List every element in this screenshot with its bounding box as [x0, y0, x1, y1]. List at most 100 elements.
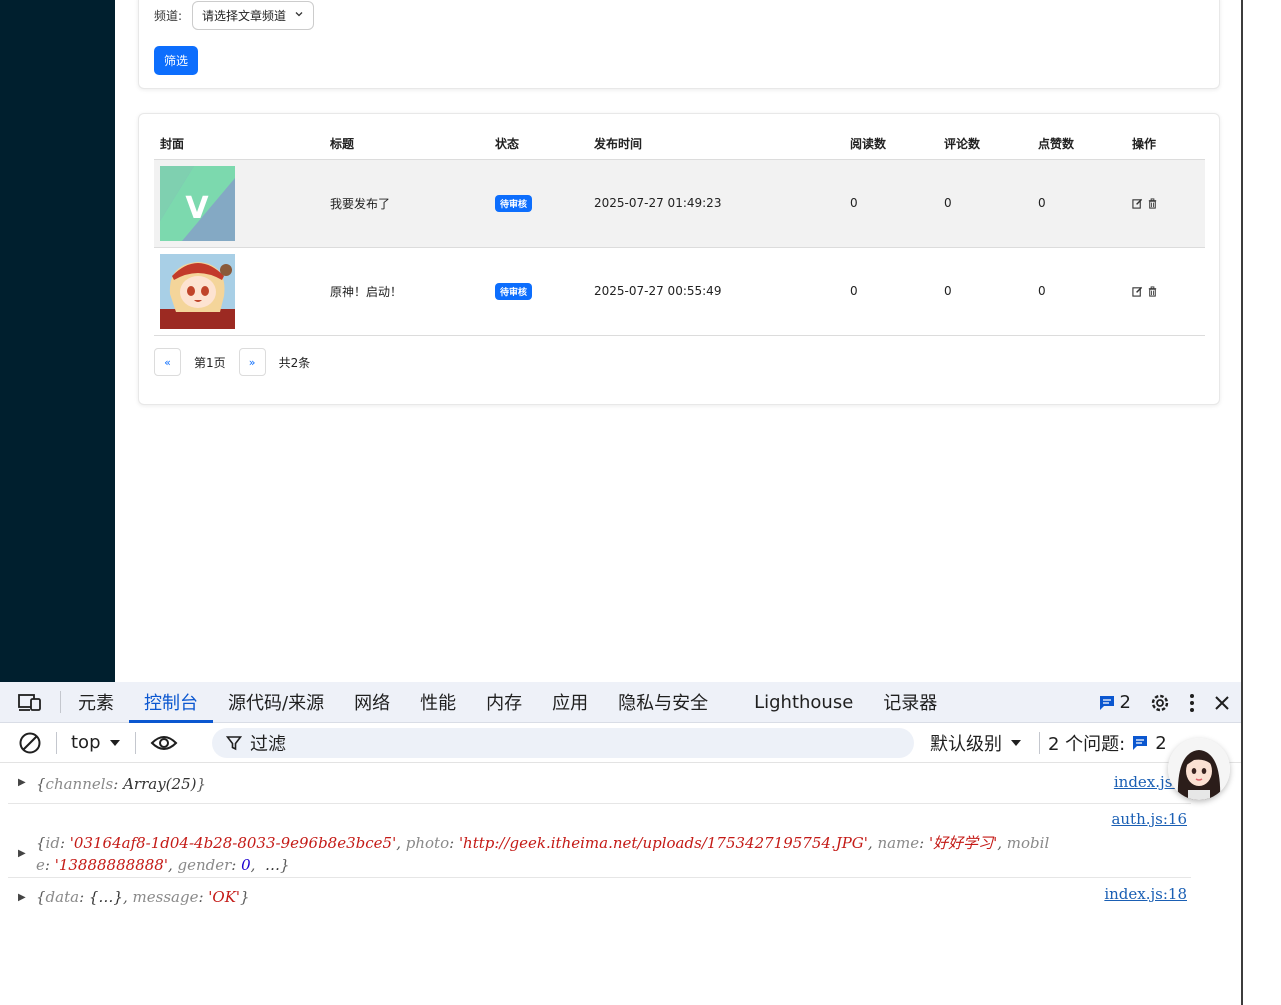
- tab-separator: [60, 691, 61, 713]
- channel-select[interactable]: 请选择文章频道: [192, 1, 315, 30]
- date-cell: 2025-07-27 00:55:49: [588, 247, 844, 336]
- expand-arrow-icon[interactable]: ▶: [18, 848, 26, 859]
- svg-text:V: V: [185, 191, 209, 226]
- table-row: 原神！启动！ 待审核 2025-07-27 00:55:49 0 0 0: [154, 247, 1205, 336]
- gear-icon[interactable]: [1149, 692, 1171, 714]
- header-cover: 封面: [154, 129, 324, 160]
- log-message: {id: '03164af8-1d04-4b28-8033-9e96b8e3bc…: [36, 834, 1050, 874]
- devtools-tab-actions: 2: [1098, 682, 1231, 723]
- message-count-button[interactable]: 2: [1098, 692, 1131, 713]
- sidebar: [0, 0, 115, 682]
- window-edge: [1241, 0, 1281, 1005]
- comments-cell: 0: [938, 159, 1032, 248]
- title-cell: 我要发布了: [324, 159, 489, 248]
- console-log-entry[interactable]: auth.js:16 ▶ {id: '03164af8-1d04-4b28-80…: [8, 804, 1191, 878]
- trash-icon[interactable]: [1147, 285, 1158, 297]
- date-cell: 2025-07-27 01:49:23: [588, 159, 844, 248]
- likes-cell: 0: [1032, 159, 1126, 248]
- tab-elements[interactable]: 元素: [63, 682, 129, 723]
- total-count-label: 共2条: [278, 355, 311, 370]
- actions-cell: [1126, 247, 1205, 336]
- tab-privacy-security[interactable]: 隐私与安全: [603, 682, 723, 723]
- next-page-button[interactable]: »: [238, 348, 266, 376]
- tab-console[interactable]: 控制台: [129, 682, 213, 723]
- log-message: {channels: Array(25)}: [36, 775, 207, 793]
- header-date: 发布时间: [588, 129, 844, 160]
- current-page-label: 第1页: [194, 355, 226, 370]
- toolbar-separator: [134, 731, 136, 754]
- channel-filter-row: 频道: 请选择文章频道: [154, 1, 315, 30]
- anime-character-cover-image: [160, 253, 235, 329]
- log-message: {data: {…}, message: 'OK'}: [36, 888, 250, 906]
- eye-icon[interactable]: [150, 733, 178, 753]
- clear-console-icon[interactable]: [18, 731, 42, 755]
- filter-card: 频道: 请选择文章频道 筛选: [138, 0, 1220, 89]
- console-filter-input[interactable]: 过滤: [212, 728, 914, 758]
- status-cell: 待审核: [489, 159, 588, 248]
- context-selector[interactable]: top: [71, 732, 121, 753]
- console-log-entry[interactable]: ▶ {channels: Array(25)} index.js:6: [8, 763, 1191, 804]
- log-level-selector[interactable]: 默认级别: [930, 723, 1022, 763]
- tab-network[interactable]: 网络: [339, 682, 405, 723]
- tab-performance[interactable]: 性能: [405, 682, 471, 723]
- comments-cell: 0: [938, 247, 1032, 336]
- screen: 频道: 请选择文章频道 筛选 封面 标题 状态 发布时间 阅读数 评论数 点赞数…: [0, 0, 1281, 1005]
- caret-down-icon: [109, 739, 120, 746]
- devtools-panel: 元素 控制台 源代码/来源 网络 性能 内存 应用 隐私与安全 Lighthou…: [0, 682, 1241, 1005]
- trash-icon[interactable]: [1147, 197, 1158, 209]
- tab-sources[interactable]: 源代码/来源: [213, 682, 339, 723]
- message-icon: [1099, 695, 1114, 710]
- status-cell: 待审核: [489, 247, 588, 336]
- header-status: 状态: [489, 129, 588, 160]
- channel-select-value: 请选择文章频道: [202, 9, 287, 23]
- expand-arrow-icon[interactable]: ▶: [18, 777, 26, 788]
- likes-cell: 0: [1032, 247, 1126, 336]
- log-level-value: 默认级别: [930, 734, 1002, 755]
- context-value: top: [71, 732, 101, 753]
- log-source-link[interactable]: index.js:18: [1104, 885, 1187, 903]
- toolbar-separator: [1039, 732, 1040, 754]
- filter-button[interactable]: 筛选: [154, 46, 198, 75]
- article-table: 封面 标题 状态 发布时间 阅读数 评论数 点赞数 操作 V 我要发布了 待审核…: [154, 129, 1205, 336]
- filter-placeholder: 过滤: [250, 734, 286, 755]
- tab-application[interactable]: 应用: [537, 682, 603, 723]
- device-toolbar-icon[interactable]: [0, 682, 58, 723]
- table-row: V 我要发布了 待审核 2025-07-27 01:49:23 0 0 0: [154, 159, 1205, 248]
- prev-page-button[interactable]: «: [154, 348, 181, 376]
- caret-down-icon: [1011, 740, 1021, 746]
- status-badge: 待审核: [495, 282, 533, 300]
- tab-recorder[interactable]: 记录器: [868, 682, 952, 723]
- actions-cell: [1126, 159, 1205, 248]
- cover-cell: [154, 247, 324, 336]
- article-table-card: 封面 标题 状态 发布时间 阅读数 评论数 点赞数 操作 V 我要发布了 待审核…: [138, 113, 1220, 405]
- expand-arrow-icon[interactable]: ▶: [18, 892, 26, 903]
- more-vertical-icon[interactable]: [1189, 693, 1195, 713]
- status-badge: 待审核: [495, 194, 533, 212]
- assistant-avatar[interactable]: [1168, 738, 1230, 800]
- issues-button[interactable]: 2 个问题: 2: [1048, 723, 1167, 763]
- header-likes: 点赞数: [1032, 129, 1126, 160]
- channel-label: 频道:: [154, 9, 183, 23]
- main-content: 频道: 请选择文章频道 筛选 封面 标题 状态 发布时间 阅读数 评论数 点赞数…: [115, 0, 1241, 682]
- log-source-link[interactable]: auth.js:16: [1111, 810, 1187, 828]
- pagination: « 第1页 » 共2条: [154, 348, 323, 376]
- edit-icon[interactable]: [1132, 198, 1143, 209]
- message-count: 2: [1119, 692, 1131, 713]
- reads-cell: 0: [844, 247, 938, 336]
- console-log-entry[interactable]: ▶ {data: {…}, message: 'OK'} index.js:18: [8, 878, 1191, 918]
- tab-lighthouse[interactable]: Lighthouse: [739, 682, 868, 723]
- message-icon: [1133, 736, 1148, 750]
- filter-icon: [226, 736, 242, 751]
- cover-cell: V: [154, 159, 324, 248]
- title-cell: 原神！启动！: [324, 247, 489, 336]
- devtools-tab-bar: 元素 控制台 源代码/来源 网络 性能 内存 应用 隐私与安全 Lighthou…: [0, 682, 1241, 723]
- tab-memory[interactable]: 内存: [471, 682, 537, 723]
- header-title: 标题: [324, 129, 489, 160]
- close-icon[interactable]: [1213, 694, 1231, 712]
- edit-icon[interactable]: [1132, 286, 1143, 297]
- reads-cell: 0: [844, 159, 938, 248]
- table-header-row: 封面 标题 状态 发布时间 阅读数 评论数 点赞数 操作: [154, 129, 1205, 160]
- header-comments: 评论数: [938, 129, 1032, 160]
- issues-count: 2: [1155, 732, 1167, 754]
- avatar-image: [1168, 738, 1230, 800]
